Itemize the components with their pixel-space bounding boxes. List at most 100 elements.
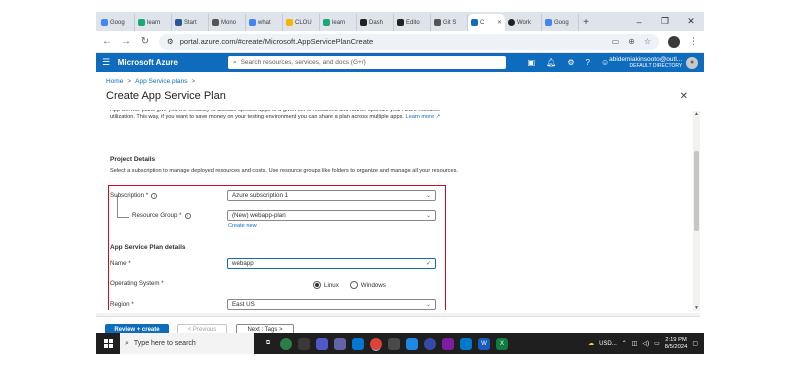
learn-more-link[interactable]: Learn more [406, 114, 435, 120]
notifications-icon[interactable]: 🔔︎ [546, 58, 556, 67]
windows-radio[interactable] [349, 281, 358, 289]
excel-icon[interactable]: X [496, 337, 508, 350]
browser-menu-icon[interactable]: ⋮ [689, 36, 698, 47]
app-icon[interactable] [442, 337, 454, 350]
cast-icon[interactable]: ▭ [612, 37, 620, 46]
browser-tab[interactable]: Edito [394, 14, 431, 31]
user-avatar[interactable]: ● [686, 56, 699, 69]
subscription-select[interactable]: Azure subscription 1 ⌄ [227, 190, 436, 201]
scroll-up-icon[interactable]: ▲ [693, 111, 700, 117]
browser-tab[interactable]: Git S [431, 14, 468, 31]
region-select[interactable]: East US ⌄ [227, 299, 436, 310]
info-icon[interactable]: i [184, 212, 191, 219]
portal-menu-icon[interactable]: ☰ [102, 57, 118, 68]
site-info-icon[interactable]: ⚙ [167, 37, 174, 46]
file-explorer-icon[interactable] [298, 337, 310, 350]
chevron-down-icon: ⌄ [425, 213, 431, 219]
external-link-icon: ↗ [435, 114, 441, 120]
plan-details-heading: App Service Plan details [110, 244, 186, 251]
chrome-icon[interactable] [370, 337, 382, 350]
network-icon[interactable]: ◫ [632, 340, 638, 347]
windows-taskbar: ⌕ Type here to search ⧉ W X ☁ USD... ⌃ ◫… [96, 333, 704, 354]
address-bar: ← → ↻ ⚙ portal.azure.com/#create/Microso… [96, 31, 704, 53]
scroll-down-icon[interactable]: ▼ [693, 305, 700, 311]
browser-tab[interactable]: Goog [98, 14, 135, 31]
system-tray: ☁ USD... ⌃ ◫ ◁) ▭ 2:19 PM 8/5/2024 ▢ [588, 337, 704, 351]
breadcrumb-app-service-plans[interactable]: App Service plans [135, 78, 187, 85]
help-icon[interactable]: ? [585, 58, 589, 67]
browser-tab[interactable]: CLOU [283, 14, 320, 31]
browser-window: Goog learn Start Mono what CLOU learn Da… [96, 12, 704, 354]
browser-tab[interactable]: Goog [542, 14, 579, 31]
app-icon[interactable] [424, 337, 436, 350]
close-tab-icon[interactable]: ✕ [497, 19, 502, 26]
create-new-link[interactable]: Create new [228, 223, 257, 229]
valid-check-icon: ✓ [425, 261, 431, 267]
breadcrumb: Home > App Service plans > [106, 78, 196, 85]
page-title: Create App Service Plan [106, 90, 226, 102]
outlook-icon[interactable] [352, 337, 364, 350]
window-controls: – ❐ ✕ [626, 12, 704, 31]
windows-logo-icon [103, 339, 113, 348]
scroll-thumb[interactable] [694, 151, 699, 231]
weather-text[interactable]: USD... [599, 341, 617, 347]
favicon-icon [434, 19, 441, 26]
browser-tab-active[interactable]: C ✕ [468, 14, 505, 31]
account-info[interactable]: abidemiakinsooto@outl... DEFAULT DIRECTO… [609, 56, 682, 70]
app-icon[interactable] [406, 337, 418, 350]
zoom-icon[interactable]: ⊕ [628, 37, 635, 46]
browser-tab[interactable]: learn [135, 14, 172, 31]
weather-icon[interactable]: ☁ [588, 340, 594, 347]
forward-icon[interactable]: → [121, 36, 131, 47]
feedback-icon[interactable]: ☺ [601, 58, 609, 67]
breadcrumb-home[interactable]: Home [106, 78, 123, 85]
edge-icon[interactable] [280, 337, 292, 350]
back-icon[interactable]: ← [102, 36, 112, 47]
tray-chevron-icon[interactable]: ⌃ [622, 340, 627, 347]
linux-radio[interactable] [313, 281, 321, 289]
teams-chat-icon[interactable] [334, 337, 346, 350]
browser-tab[interactable]: what [246, 14, 283, 31]
word-icon[interactable]: W [478, 337, 490, 350]
reload-icon[interactable]: ↻ [140, 36, 150, 47]
browser-tab[interactable]: Dash [357, 14, 394, 31]
blade-content: Home > App Service plans > Create App Se… [96, 72, 704, 354]
info-icon[interactable]: i [151, 192, 158, 199]
vertical-scrollbar[interactable]: ▲ ▼ [693, 111, 700, 311]
name-input[interactable]: webapp ✓ [227, 258, 436, 269]
profile-avatar[interactable] [668, 35, 680, 48]
close-window-icon[interactable]: ✕ [678, 12, 704, 31]
favicon-icon [212, 19, 219, 26]
browser-tab[interactable]: learn [320, 14, 357, 31]
notification-center-icon[interactable]: ▢ [692, 340, 698, 347]
teams-icon[interactable] [316, 337, 328, 350]
github-favicon-icon [508, 19, 515, 26]
name-label: Name * [110, 260, 131, 267]
maximize-icon[interactable]: ❐ [652, 12, 678, 31]
favicon-icon [286, 19, 293, 26]
minimize-icon[interactable]: – [626, 12, 652, 31]
bookmark-star-icon[interactable]: ☆ [644, 37, 651, 46]
azure-search-input[interactable]: ⌕ Search resources, services, and docs (… [227, 56, 506, 69]
close-blade-icon[interactable]: ✕ [680, 91, 688, 102]
task-view-icon[interactable]: ⧉ [262, 338, 274, 350]
browser-tab[interactable]: Start [172, 14, 209, 31]
clock[interactable]: 2:19 PM 8/5/2024 [665, 337, 688, 351]
resource-group-select[interactable]: (New) webapp-plan ⌄ [227, 210, 436, 221]
volume-icon[interactable]: ◁) [642, 340, 649, 347]
taskbar-search-input[interactable]: ⌕ Type here to search [120, 333, 254, 354]
url-input[interactable]: ⚙ portal.azure.com/#create/Microsoft.App… [159, 33, 659, 50]
new-tab-button[interactable]: + [579, 14, 593, 31]
browser-tab[interactable]: Work [505, 14, 542, 31]
azure-brand[interactable]: Microsoft Azure [118, 58, 228, 67]
cloud-shell-icon[interactable]: ▣ [528, 58, 536, 67]
settings-gear-icon[interactable]: ⚙ [567, 58, 574, 67]
battery-icon[interactable]: ▭ [654, 340, 660, 347]
search-icon: ⌕ [232, 58, 237, 66]
app-icon[interactable] [388, 337, 400, 350]
browser-tab[interactable]: Mono [209, 14, 246, 31]
start-button[interactable] [96, 333, 120, 354]
azure-top-bar: ☰ Microsoft Azure ⌕ Search resources, se… [96, 53, 704, 72]
vscode-icon[interactable] [460, 337, 472, 350]
favicon-icon [323, 19, 330, 26]
